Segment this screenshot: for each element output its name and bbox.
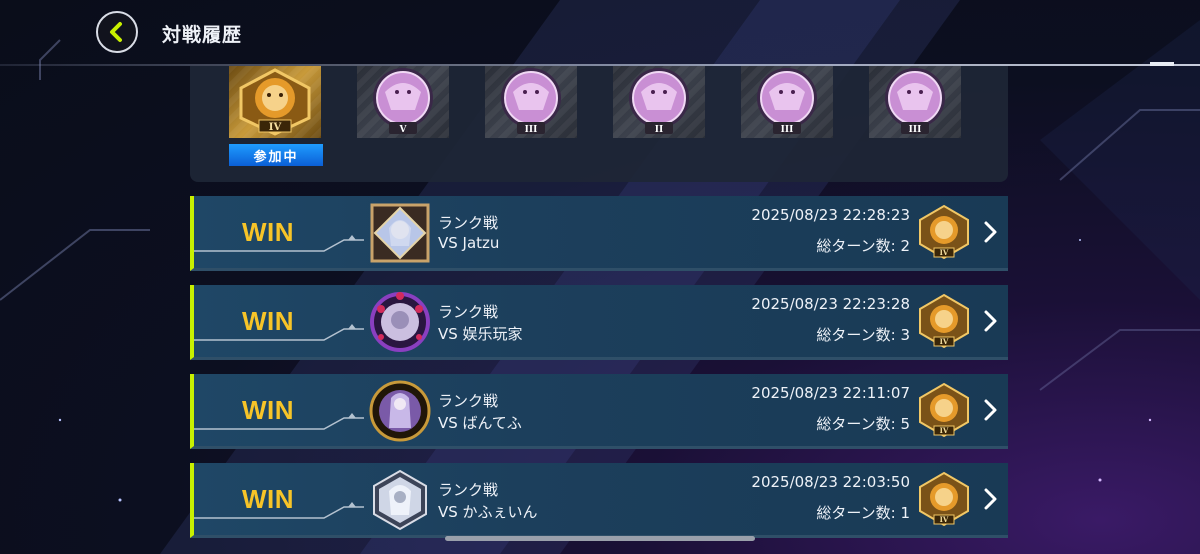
rank-numeral: II (655, 125, 663, 135)
scroll-indicator[interactable] (445, 536, 755, 541)
opponent-name: VS かふぇいん (438, 503, 538, 521)
player-avatar-icon (370, 292, 430, 352)
player-avatar-icon (373, 469, 427, 531)
purple-beast-icon: III (885, 68, 945, 135)
gold-lion-icon: IV (919, 293, 969, 349)
duel-row[interactable]: WIN ランク戦 VS かふぇいん 2025/08/23 22:03:50 総タ… (190, 463, 1008, 538)
result-label: WIN (242, 484, 295, 514)
player-avatar-icon (370, 203, 430, 263)
opponent-name: VS ばんてふ (438, 414, 522, 432)
chevron-left-icon (110, 22, 122, 42)
rank-numeral: IV (940, 515, 949, 524)
duel-datetime: 2025/08/23 22:28:23 (751, 206, 910, 224)
result-label: WIN (242, 306, 295, 336)
duel-mode: ランク戦 (438, 481, 499, 499)
turn-count: 総ターン数: 5 (816, 415, 910, 433)
duel-datetime: 2025/08/23 22:03:50 (751, 473, 910, 491)
rank-numeral: IV (269, 122, 282, 133)
duel-mode: ランク戦 (438, 392, 499, 410)
purple-beast-icon: III (501, 68, 561, 135)
duel-row[interactable]: WIN ランク戦 VS Jatzu 2025/08/23 22:28:23 総タ… (190, 196, 1008, 271)
result-label: WIN (242, 395, 295, 425)
rank-numeral: IV (940, 337, 949, 346)
rank-numeral: III (781, 125, 794, 135)
opponent-name: VS 娱乐玩家 (438, 325, 523, 343)
purple-beast-icon: II (629, 68, 689, 135)
rank-badge[interactable]: III (741, 66, 833, 138)
chevron-right-icon (984, 221, 997, 243)
duel-mode: ランク戦 (438, 303, 499, 321)
participating-badge: 参加中 (229, 144, 323, 166)
gold-lion-icon: IV (919, 204, 969, 260)
rank-badge[interactable]: V (357, 66, 449, 138)
rank-numeral: IV (940, 426, 949, 435)
gold-lion-icon: IV (239, 68, 311, 136)
turn-count: 総ターン数: 3 (816, 326, 910, 344)
rank-numeral: III (909, 125, 922, 135)
duel-row[interactable]: WIN ランク戦 VS ばんてふ 2025/08/23 22:11:07 総ター… (190, 374, 1008, 449)
duel-datetime: 2025/08/23 22:23:28 (751, 295, 910, 313)
chevron-right-icon (984, 310, 997, 332)
rank-badge[interactable]: III (485, 66, 577, 138)
duel-datetime: 2025/08/23 22:11:07 (751, 384, 910, 402)
player-avatar-icon (369, 380, 431, 442)
top-bar: 対戦履歴 (0, 0, 1200, 66)
opponent-name: VS Jatzu (438, 234, 500, 252)
gold-lion-icon: IV (919, 471, 969, 527)
duel-row[interactable]: WIN ランク戦 VS 娱乐玩家 2025/08/23 22:23:28 総ター… (190, 285, 1008, 360)
rank-badge[interactable]: III (869, 66, 961, 138)
turn-count: 総ターン数: 2 (816, 237, 910, 255)
back-button[interactable] (96, 11, 138, 53)
rank-numeral: III (525, 125, 538, 135)
chevron-right-icon (984, 399, 997, 421)
gold-lion-icon: IV (919, 382, 969, 438)
rank-history-strip: IV V III II III III 参加中 (190, 66, 1008, 182)
chevron-right-icon (984, 488, 997, 510)
page-title: 対戦履歴 (162, 24, 243, 46)
rank-badge[interactable]: IV (229, 66, 321, 138)
header-tick (1150, 62, 1174, 66)
purple-beast-icon: III (757, 68, 817, 135)
rank-numeral: IV (940, 248, 949, 257)
duel-mode: ランク戦 (438, 214, 499, 232)
rank-numeral: V (399, 125, 408, 135)
turn-count: 総ターン数: 1 (816, 504, 910, 522)
rank-badge[interactable]: II (613, 66, 705, 138)
purple-beast-icon: V (373, 68, 433, 135)
result-label: WIN (242, 217, 295, 247)
